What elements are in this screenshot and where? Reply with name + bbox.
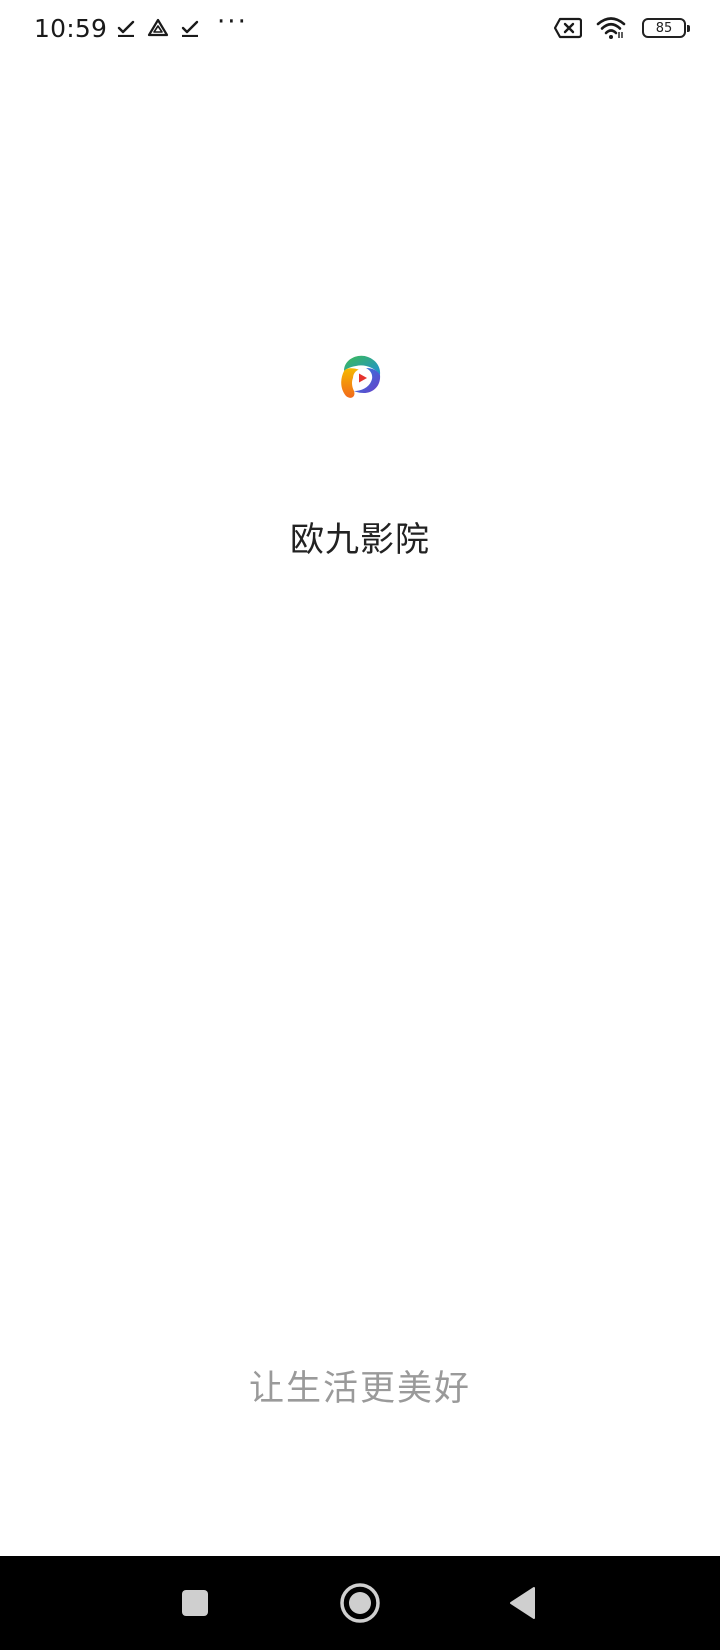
app-slogan: 让生活更美好 [248,1369,471,1409]
more-dots-icon: ··· [217,7,248,37]
recent-apps-button[interactable] [155,1556,235,1650]
drive-icon [147,18,169,38]
splash-screen: 10:59 ··· 85 欧九影院 让生活更美好 [0,0,720,1650]
square-icon [182,1590,208,1616]
download-check-icon [117,19,135,37]
home-button[interactable] [320,1556,400,1650]
circle-icon [340,1583,380,1623]
navigation-bar [0,1556,720,1650]
back-button[interactable] [483,1556,563,1650]
status-right: 85 [540,16,690,40]
status-time: 10:59 [34,13,108,43]
wifi-icon [596,16,626,40]
triangle-back-icon [510,1587,535,1619]
status-bar: 10:59 ··· 85 [0,0,720,56]
app-name: 欧九影院 [290,520,430,560]
no-sim-icon [554,17,582,39]
battery-icon: 85 [642,18,690,38]
download-check-icon [181,19,199,37]
status-left: 10:59 ··· [34,9,248,43]
app-logo-icon [338,353,382,399]
battery-level: 85 [655,20,673,36]
